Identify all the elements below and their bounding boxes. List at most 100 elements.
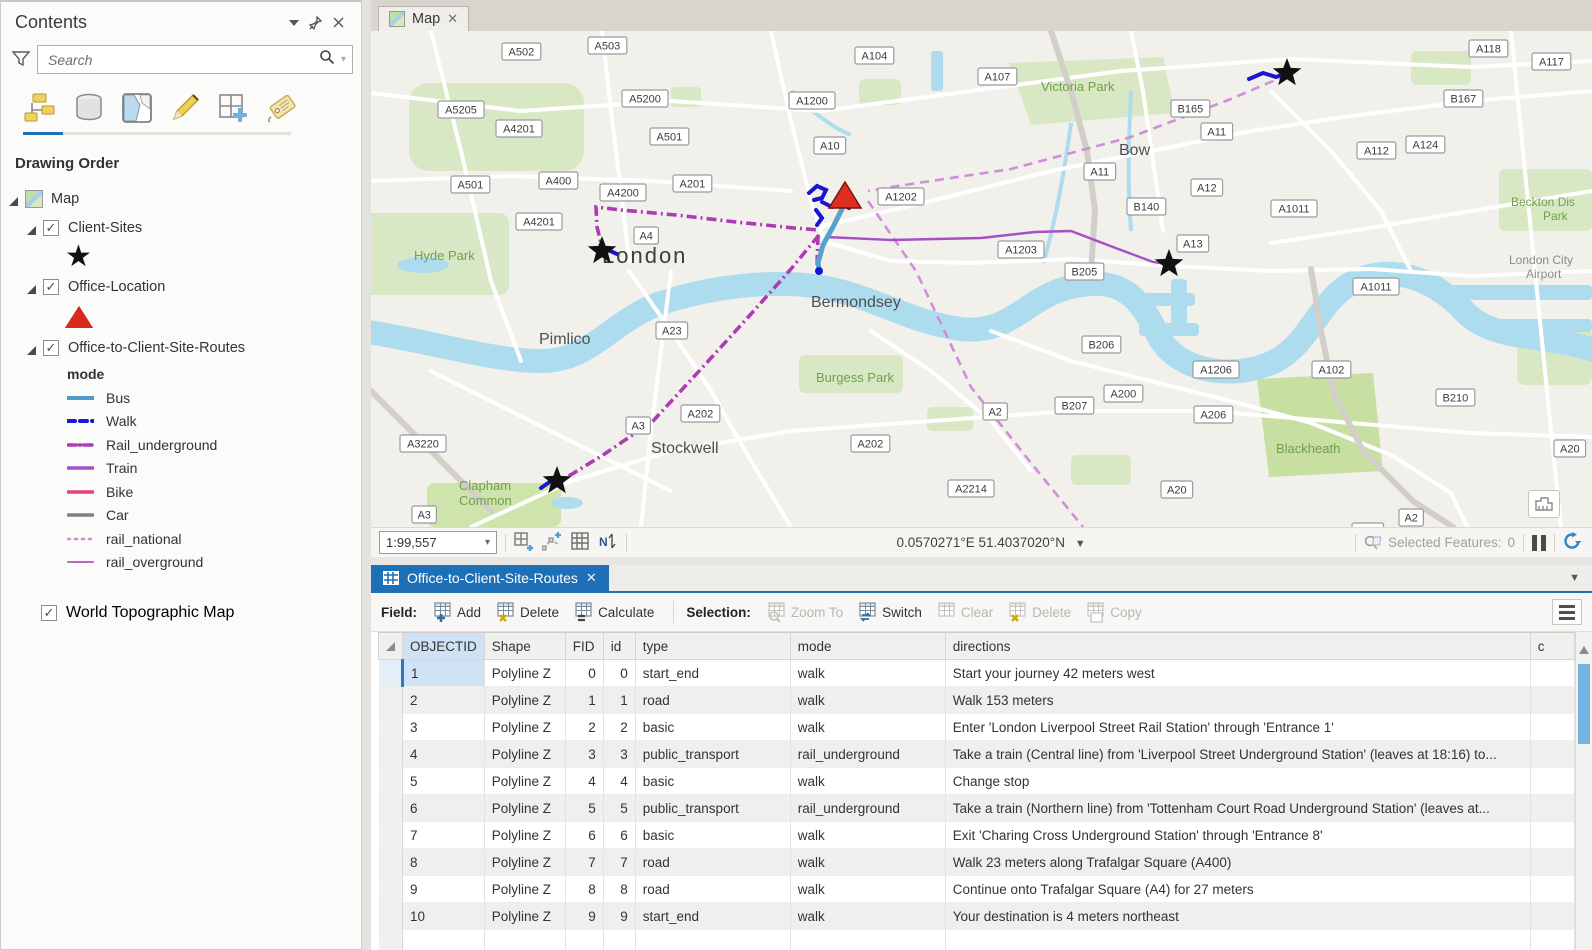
- table-cell[interactable]: 9: [603, 903, 635, 930]
- table-cell[interactable]: 3: [603, 741, 635, 768]
- table-cell[interactable]: 3: [565, 741, 603, 768]
- field-calculate-button[interactable]: Calculate: [568, 599, 661, 626]
- table-cell[interactable]: Continue onto Trafalgar Square (A4) for …: [945, 876, 1530, 903]
- column-header-c[interactable]: c: [1530, 633, 1574, 660]
- refresh-icon[interactable]: [1563, 532, 1582, 553]
- table-cell[interactable]: walk: [790, 849, 945, 876]
- table-cell[interactable]: 10: [403, 903, 485, 930]
- table-cell[interactable]: 3: [403, 714, 485, 741]
- table-cell[interactable]: Your destination is 4 meters northeast: [945, 903, 1530, 930]
- table-cell[interactable]: 9: [565, 903, 603, 930]
- table-cell[interactable]: basic: [635, 714, 790, 741]
- tree-item-basemap[interactable]: ✓ World Topographic Map: [1, 598, 361, 627]
- table-cell[interactable]: Polyline Z: [484, 822, 565, 849]
- tabstrip-chevron-icon[interactable]: ▼: [1569, 572, 1580, 584]
- table-cell[interactable]: Walk 153 meters: [945, 687, 1530, 714]
- table-cell[interactable]: 7: [603, 849, 635, 876]
- edit-tab-icon[interactable]: [167, 90, 203, 126]
- map-tab-close-icon[interactable]: ✕: [447, 11, 458, 27]
- table-cell[interactable]: [1530, 714, 1574, 741]
- table-cell[interactable]: 9: [403, 876, 485, 903]
- table-cell[interactable]: walk: [790, 687, 945, 714]
- legend-item[interactable]: Car: [1, 504, 361, 528]
- triangle-symbol[interactable]: [65, 306, 93, 328]
- search-input[interactable]: [48, 52, 319, 68]
- table-row[interactable]: 5Polyline Z44basicwalkChange stop: [379, 768, 1575, 795]
- field-delete-button[interactable]: Delete: [490, 599, 566, 626]
- table-cell[interactable]: Polyline Z: [484, 876, 565, 903]
- table-cell[interactable]: Take a train (Central line) from 'Liverp…: [945, 741, 1530, 768]
- table-cell[interactable]: 8: [603, 876, 635, 903]
- table-cell[interactable]: Polyline Z: [484, 903, 565, 930]
- table-cell[interactable]: [1530, 795, 1574, 822]
- table-cell[interactable]: basic: [635, 822, 790, 849]
- table-row[interactable]: 1Polyline Z00start_endwalkStart your jou…: [379, 660, 1575, 687]
- column-header-OBJECTID[interactable]: OBJECTID: [403, 633, 485, 660]
- table-cell[interactable]: Exit 'Charing Cross Underground Station'…: [945, 822, 1530, 849]
- table-cell[interactable]: 5: [565, 795, 603, 822]
- selection-tab-icon[interactable]: [119, 90, 155, 126]
- table-cell[interactable]: 6: [603, 822, 635, 849]
- attribute-table-icon[interactable]: [571, 532, 589, 553]
- edit-vertices-icon[interactable]: [542, 532, 562, 554]
- table-cell[interactable]: Polyline Z: [484, 741, 565, 768]
- table-cell[interactable]: rail_underground: [790, 795, 945, 822]
- drawing-order-tab-icon[interactable]: [23, 90, 59, 126]
- selected-features-status[interactable]: Selected Features: 0: [1364, 535, 1515, 551]
- table-cell[interactable]: Enter 'London Liverpool Street Rail Stat…: [945, 714, 1530, 741]
- table-cell[interactable]: Polyline Z: [484, 687, 565, 714]
- table-cell[interactable]: Take a train (Northern line) from 'Totte…: [945, 795, 1530, 822]
- scrollbar-thumb[interactable]: [1578, 664, 1590, 744]
- table-cell[interactable]: 2: [403, 687, 485, 714]
- column-header-Shape[interactable]: Shape: [484, 633, 565, 660]
- column-header-type[interactable]: type: [635, 633, 790, 660]
- map-canvas[interactable]: A502A503A104A107A118A117A5200A1200B165B1…: [371, 31, 1592, 527]
- table-cell[interactable]: walk: [790, 822, 945, 849]
- table-cell[interactable]: Start your journey 42 meters west: [945, 660, 1530, 687]
- legend-item[interactable]: Train: [1, 457, 361, 481]
- pause-drawing-icon[interactable]: [1532, 535, 1546, 551]
- layer-checkbox[interactable]: ✓: [43, 340, 59, 356]
- column-header-mode[interactable]: mode: [790, 633, 945, 660]
- table-cell[interactable]: public_transport: [635, 741, 790, 768]
- table-cell[interactable]: Polyline Z: [484, 849, 565, 876]
- scale-combobox[interactable]: 1:99,557 ▾: [379, 531, 497, 554]
- legend-item[interactable]: rail_overground: [1, 551, 361, 575]
- tree-item-map[interactable]: Map: [1, 184, 361, 213]
- table-cell[interactable]: 5: [403, 768, 485, 795]
- table-row[interactable]: 8Polyline Z77roadwalkWalk 23 meters alon…: [379, 849, 1575, 876]
- table-cell[interactable]: [1530, 876, 1574, 903]
- tree-item-layer[interactable]: ✓ Client-Sites: [1, 213, 361, 242]
- table-cell[interactable]: start_end: [635, 903, 790, 930]
- field-add-button[interactable]: Add: [427, 599, 488, 626]
- table-row[interactable]: 3Polyline Z22basicwalkEnter 'London Live…: [379, 714, 1575, 741]
- layer-checkbox[interactable]: ✓: [43, 279, 59, 295]
- table-cell[interactable]: Polyline Z: [484, 768, 565, 795]
- table-cell[interactable]: public_transport: [635, 795, 790, 822]
- column-header-row-indicator[interactable]: [379, 633, 403, 660]
- panel-menu-icon[interactable]: [283, 14, 305, 32]
- table-row[interactable]: 2Polyline Z11roadwalkWalk 153 meters: [379, 687, 1575, 714]
- table-cell[interactable]: 6: [565, 822, 603, 849]
- tree-item-layer[interactable]: ✓ Office-Location: [1, 272, 361, 301]
- table-cell[interactable]: rail_underground: [790, 741, 945, 768]
- table-cell[interactable]: [1530, 768, 1574, 795]
- map-tab[interactable]: Map ✕: [378, 6, 469, 31]
- table-cell[interactable]: [1530, 903, 1574, 930]
- table-cell[interactable]: 1: [603, 687, 635, 714]
- filter-icon[interactable]: [11, 49, 33, 71]
- table-cell[interactable]: Change stop: [945, 768, 1530, 795]
- expand-arrow-icon[interactable]: [27, 223, 37, 233]
- column-header-id[interactable]: id: [603, 633, 635, 660]
- search-options-chevron-icon[interactable]: ▾: [341, 54, 346, 65]
- table-cell[interactable]: [1530, 741, 1574, 768]
- basemap-checkbox[interactable]: ✓: [41, 605, 57, 621]
- table-cell[interactable]: walk: [790, 768, 945, 795]
- expand-arrow-icon[interactable]: [27, 282, 37, 292]
- table-cell[interactable]: 4: [565, 768, 603, 795]
- expand-arrow-icon[interactable]: [27, 343, 37, 353]
- table-cell[interactable]: Walk 23 meters along Trafalgar Square (A…: [945, 849, 1530, 876]
- table-cell[interactable]: walk: [790, 660, 945, 687]
- table-cell[interactable]: road: [635, 849, 790, 876]
- panel-divider[interactable]: [362, 0, 371, 950]
